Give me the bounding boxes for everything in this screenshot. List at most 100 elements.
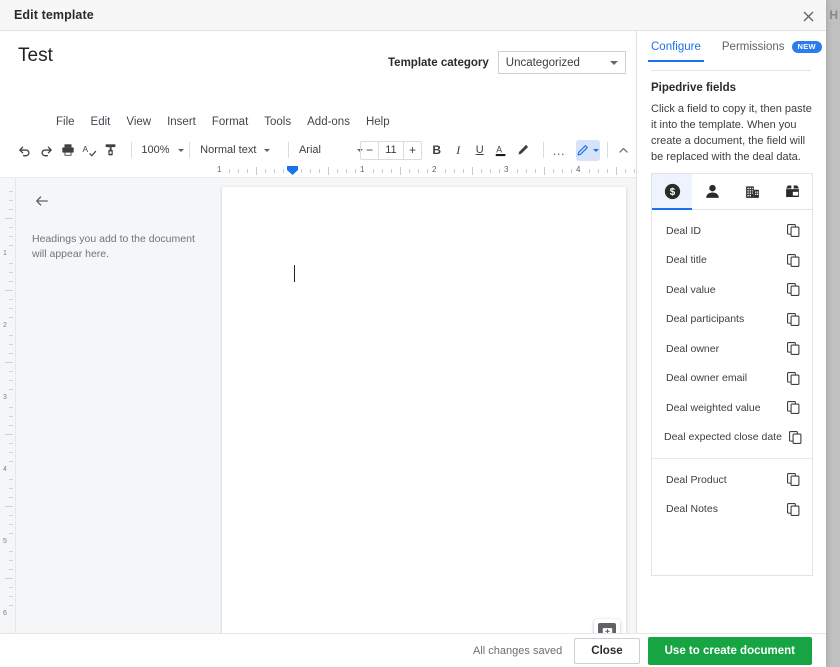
menu-item-edit[interactable]: Edit <box>83 113 119 131</box>
copy-icon[interactable] <box>787 312 800 326</box>
vertical-ruler-tick <box>9 488 13 489</box>
field-item-deal-owner[interactable]: Deal owner <box>652 334 812 364</box>
copy-icon[interactable] <box>787 401 800 415</box>
vertical-ruler-tick <box>9 524 13 525</box>
ruler-tick <box>274 169 275 173</box>
template-category-select[interactable]: Uncategorized <box>497 51 626 74</box>
ruler-tick <box>472 167 473 175</box>
chevron-up-icon[interactable] <box>615 139 633 161</box>
entity-tab-organization[interactable] <box>732 174 772 209</box>
more-options-button[interactable]: … <box>550 139 568 161</box>
menu-item-view[interactable]: View <box>118 113 159 131</box>
menu-item-tools[interactable]: Tools <box>256 113 299 131</box>
field-label: Deal owner <box>666 342 720 355</box>
document-title[interactable]: Test <box>18 45 53 67</box>
vertical-ruler-tick <box>5 506 13 507</box>
copy-icon[interactable] <box>787 283 800 297</box>
ruler-tick <box>553 169 554 173</box>
template-category-control: Template category Uncategorized <box>388 51 626 74</box>
panel-tabs-divider <box>651 70 811 71</box>
undo-icon[interactable] <box>16 139 34 161</box>
italic-button[interactable]: I <box>449 139 467 161</box>
ruler-tick <box>616 167 617 175</box>
close-icon[interactable] <box>798 6 818 26</box>
field-item-deal-owner-email[interactable]: Deal owner email <box>652 364 812 394</box>
side-panel: Configure Permissions NEW Pipedrive fiel… <box>636 31 826 657</box>
copy-icon[interactable] <box>787 371 800 385</box>
highlight-pen-icon[interactable] <box>514 139 532 161</box>
paragraph-style-select[interactable]: Normal text <box>197 140 281 161</box>
close-button[interactable]: Close <box>574 637 640 664</box>
back-arrow-icon[interactable] <box>34 193 50 209</box>
font-size-increase[interactable]: + <box>404 143 421 157</box>
entity-tab-product[interactable] <box>772 174 812 209</box>
vertical-ruler-tick <box>9 560 13 561</box>
field-item-deal-notes[interactable]: Deal Notes <box>652 495 812 525</box>
menu-item-format[interactable]: Format <box>204 113 256 131</box>
copy-icon[interactable] <box>787 253 800 267</box>
horizontal-ruler[interactable]: 1 1 2 3 4 <box>0 164 636 178</box>
font-size-decrease[interactable]: − <box>361 143 378 157</box>
copy-icon[interactable] <box>787 502 800 516</box>
vertical-ruler-tick <box>9 344 13 345</box>
document-page[interactable] <box>222 187 626 633</box>
menu-item-help[interactable]: Help <box>358 113 398 131</box>
vertical-ruler-tick <box>9 353 13 354</box>
copy-icon[interactable] <box>787 224 800 238</box>
tab-configure[interactable]: Configure <box>648 41 704 62</box>
font-size-stepper[interactable]: − 11 + <box>359 140 422 160</box>
underline-button[interactable]: U <box>471 139 489 161</box>
copy-icon[interactable] <box>789 430 802 444</box>
ruler-tick <box>490 169 491 173</box>
redo-icon[interactable] <box>38 139 56 161</box>
menu-item-insert[interactable]: Insert <box>159 113 204 131</box>
copy-icon[interactable] <box>787 473 800 487</box>
zoom-select[interactable]: 100% <box>138 140 184 161</box>
new-badge: NEW <box>791 41 822 53</box>
field-item-deal-value[interactable]: Deal value <box>652 275 812 305</box>
ruler-tick <box>247 169 248 173</box>
field-item-deal-expected-close-date[interactable]: Deal expected close date <box>652 423 812 453</box>
menu-item-addons[interactable]: Add-ons <box>299 113 358 131</box>
formatting-toolbar: A 100% Normal text Arial − 11 + B I U A … <box>0 137 636 163</box>
entity-tab-deal[interactable]: $ <box>652 174 692 210</box>
field-item-deal-weighted-value[interactable]: Deal weighted value <box>652 393 812 423</box>
bold-button[interactable]: B <box>428 139 446 161</box>
use-to-create-document-button[interactable]: Use to create document <box>647 636 812 665</box>
field-label: Deal Notes <box>666 503 718 516</box>
ruler-tick <box>463 169 464 173</box>
field-item-deal-title[interactable]: Deal title <box>652 246 812 276</box>
chevron-down-icon <box>177 148 184 152</box>
app-root: H Edit template Test Template category U… <box>0 0 840 667</box>
vertical-ruler-tick <box>5 218 13 219</box>
vertical-ruler-tick <box>9 569 13 570</box>
text-color-button[interactable]: A <box>493 139 511 161</box>
editing-mode-button[interactable] <box>575 139 600 161</box>
ruler-tick <box>310 169 311 173</box>
field-item-deal-product[interactable]: Deal Product <box>652 465 812 495</box>
font-family-select[interactable]: Arial <box>296 140 363 161</box>
field-label: Deal participants <box>666 313 745 326</box>
modal-titlebar: Edit template <box>0 0 826 31</box>
vertical-ruler-tick <box>9 452 13 453</box>
paint-format-icon[interactable] <box>102 139 120 161</box>
print-icon[interactable] <box>59 139 77 161</box>
field-item-deal-participants[interactable]: Deal participants <box>652 305 812 335</box>
edit-template-modal: Edit template Test Template category Unc… <box>0 0 826 667</box>
copy-icon[interactable] <box>787 342 800 356</box>
menu-item-file[interactable]: File <box>48 113 83 131</box>
ruler-tick <box>400 167 401 175</box>
entity-tab-person[interactable] <box>692 174 732 209</box>
vertical-ruler-tick <box>9 317 13 318</box>
tab-permissions[interactable]: Permissions NEW <box>722 41 822 62</box>
field-item-deal-id[interactable]: Deal ID <box>652 216 812 246</box>
add-comment-icon[interactable] <box>594 619 620 633</box>
font-size-value[interactable]: 11 <box>377 141 404 159</box>
fields-divider <box>652 458 812 459</box>
vertical-ruler-tick <box>9 587 13 588</box>
vertical-ruler-tick <box>9 533 13 534</box>
indent-marker[interactable] <box>287 166 298 175</box>
vertical-ruler-tick <box>9 425 13 426</box>
spellcheck-icon[interactable]: A <box>81 139 99 161</box>
vertical-ruler-tick <box>9 407 13 408</box>
